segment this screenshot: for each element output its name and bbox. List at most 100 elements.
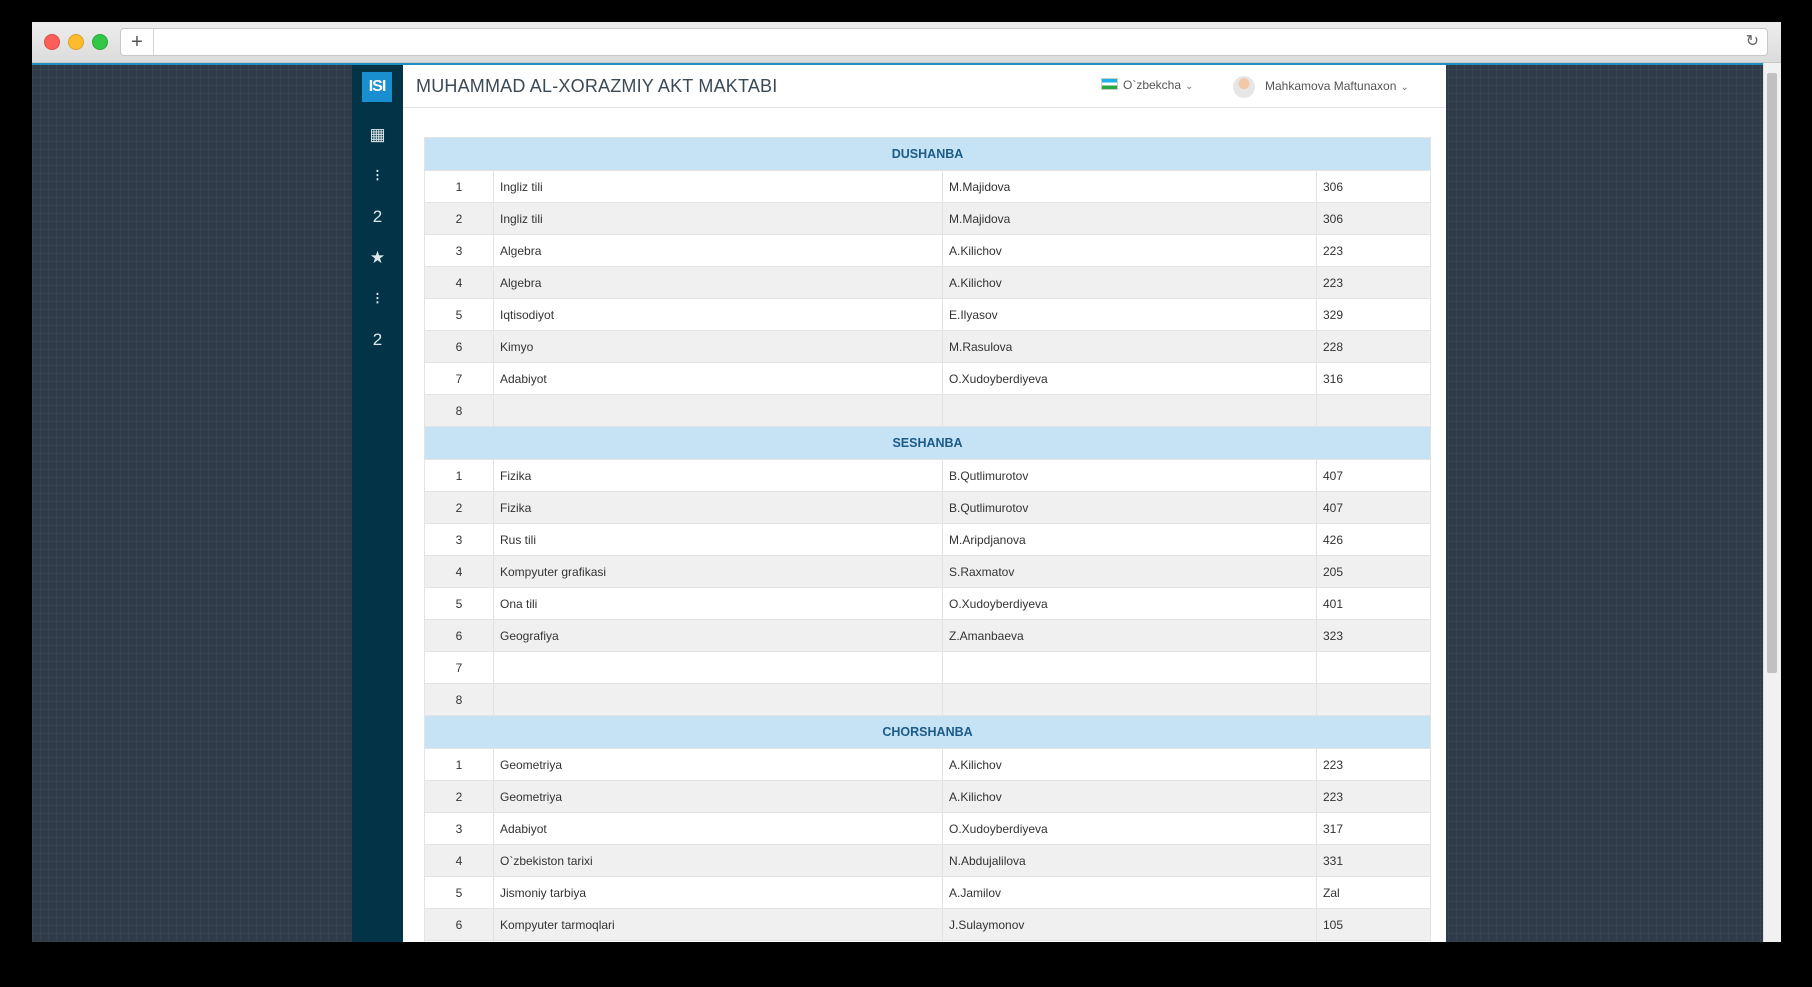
subject-name: Ona tili [493, 587, 943, 620]
table-row: 5 Iqtisodiyot E.Ilyasov 329 [424, 298, 1432, 331]
teacher-name: S.Raxmatov [942, 555, 1317, 588]
table-row: 3 Algebra A.Kilichov 223 [424, 234, 1432, 267]
day-header-row: SESHANBA [423, 426, 1432, 460]
room-number: 306 [1315, 202, 1432, 235]
subject-name: Geometriya [493, 780, 943, 813]
subject-name: Kompyuter grafikasi [493, 555, 943, 588]
table-row: 3 Rus tili M.Aripdjanova 426 [424, 523, 1432, 556]
browser-titlebar: + ↻ [32, 22, 1781, 63]
lesson-number: 7 [424, 362, 494, 395]
lesson-number: 8 [424, 683, 494, 716]
new-tab-icon[interactable]: + [121, 29, 154, 55]
calendar-icon[interactable]: ▦ [352, 117, 403, 153]
table-row: 5 Jismoniy tarbiya A.Jamilov Zal [424, 876, 1432, 909]
room-number: 306 [1315, 170, 1432, 203]
uzbekistan-flag-icon [1101, 78, 1118, 90]
lesson-number: 4 [424, 266, 494, 299]
lesson-number: 5 [424, 876, 494, 909]
app-container: ISI ▦ ⁝ 2 ★ ⁝ 2 MUHAMMAD AL-XORAZMIY AKT MAKT… [352, 65, 1446, 942]
room-number: 426 [1315, 523, 1432, 556]
subject-name: Jismoniy tarbiya [493, 876, 943, 909]
scrollbar-thumb[interactable] [1767, 73, 1777, 673]
subject-name [493, 394, 943, 427]
avatar [1233, 75, 1255, 98]
day-header-row: DUSHANBA [423, 137, 1432, 171]
subject-name: Rus tili [493, 523, 943, 556]
room-number: 323 [1315, 619, 1432, 652]
digit-one-icon[interactable]: ⁝ [352, 158, 403, 194]
lesson-number: 6 [424, 619, 494, 652]
subject-name: Kompyuter tarmoqlari [493, 908, 943, 941]
teacher-name: E.Ilyasov [942, 298, 1317, 331]
table-row: 2 Fizika B.Qutlimurotov 407 [424, 491, 1432, 524]
lesson-number: 4 [424, 844, 494, 877]
teacher-name: M.Majidova [942, 202, 1317, 235]
teacher-name: M.Majidova [942, 170, 1317, 203]
logo[interactable]: ISI [362, 72, 392, 102]
table-row: 4 O`zbekiston tarixi N.Abdujalilova 331 [424, 844, 1432, 877]
teacher-name: A.Kilichov [942, 748, 1317, 781]
room-number: 223 [1315, 748, 1432, 781]
table-row: 8 [424, 683, 1432, 716]
room-number: 223 [1315, 780, 1432, 813]
subject-name: Geometriya [493, 748, 943, 781]
lesson-number: 8 [424, 394, 494, 427]
digit-two-icon[interactable]: 2 [352, 322, 403, 358]
table-row: 2 Ingliz tili M.Majidova 306 [424, 202, 1432, 235]
table-row: 5 Ona tili O.Xudoyberdiyeva 401 [424, 587, 1432, 620]
lesson-number: 1 [424, 459, 494, 492]
teacher-name: B.Qutlimurotov [942, 491, 1317, 524]
subject-name: Adabiyot [493, 812, 943, 845]
teacher-name [942, 394, 1317, 427]
reload-icon[interactable]: ↻ [1746, 29, 1759, 55]
room-number [1315, 683, 1432, 716]
digit-two-icon[interactable]: 2 [352, 199, 403, 235]
subject-name: Kimyo [493, 330, 943, 363]
teacher-name: B.Qutlimurotov [942, 459, 1317, 492]
room-number: 329 [1315, 298, 1432, 331]
browser-window: + ↻ ISI ▦ ⁝ 2 ★ ⁝ 2 MUHAMMAD AL-XORAZMIY AKT … [32, 22, 1781, 942]
chevron-down-icon: ⌄ [1400, 82, 1409, 93]
scrollbar[interactable] [1763, 63, 1781, 942]
room-number: 317 [1315, 812, 1432, 845]
close-window-button[interactable] [44, 34, 60, 50]
user-menu[interactable]: Mahkamova Maftunaxon ⌄ [1233, 72, 1409, 102]
table-row: 1 Ingliz tili M.Majidova 306 [424, 170, 1432, 203]
room-number: 223 [1315, 234, 1432, 267]
lesson-number: 3 [424, 234, 494, 267]
subject-name: Ingliz tili [493, 202, 943, 235]
star-icon[interactable]: ★ [352, 240, 403, 276]
table-row: 1 Geometriya A.Kilichov 223 [424, 748, 1432, 781]
teacher-name: J.Sulaymonov [942, 908, 1317, 941]
table-row: 7 [424, 940, 1432, 942]
room-number: 228 [1315, 330, 1432, 363]
room-number: 331 [1315, 844, 1432, 877]
room-number [1315, 394, 1432, 427]
teacher-name: A.Jamilov [942, 876, 1317, 909]
teacher-name: Z.Amanbaeva [942, 619, 1317, 652]
maximize-window-button[interactable] [92, 34, 108, 50]
minimize-window-button[interactable] [68, 34, 84, 50]
user-name: Mahkamova Maftunaxon [1265, 79, 1397, 93]
lesson-number: 7 [424, 940, 494, 942]
language-selector[interactable]: O`zbekcha ⌄ [1101, 78, 1193, 92]
teacher-name [942, 683, 1317, 716]
teacher-name [942, 651, 1317, 684]
lesson-number: 3 [424, 523, 494, 556]
day-name: SESHANBA [423, 426, 1432, 460]
room-number: 316 [1315, 362, 1432, 395]
subject-name: Fizika [493, 459, 943, 492]
room-number: Zal [1315, 876, 1432, 909]
table-row: 3 Adabiyot O.Xudoyberdiyeva 317 [424, 812, 1432, 845]
lesson-number: 1 [424, 170, 494, 203]
subject-name [493, 683, 943, 716]
room-number [1315, 651, 1432, 684]
subject-name: Fizika [493, 491, 943, 524]
digit-one-icon[interactable]: ⁝ [352, 281, 403, 317]
teacher-name: A.Kilichov [942, 234, 1317, 267]
sidebar: ISI ▦ ⁝ 2 ★ ⁝ 2 [352, 65, 403, 942]
lesson-number: 2 [424, 491, 494, 524]
teacher-name: O.Xudoyberdiyeva [942, 362, 1317, 395]
subject-name: Geografiya [493, 619, 943, 652]
address-bar[interactable]: + ↻ [120, 28, 1768, 56]
